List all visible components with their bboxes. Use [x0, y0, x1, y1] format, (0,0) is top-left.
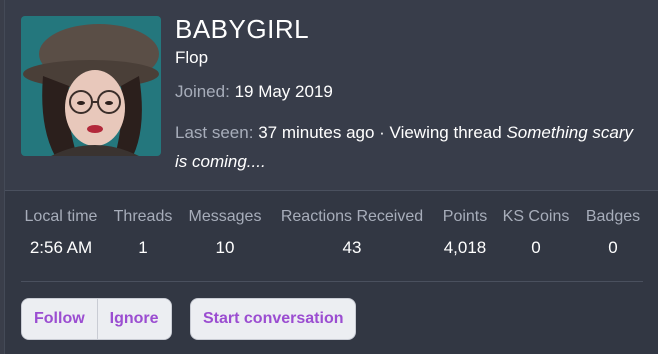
divider — [21, 281, 643, 282]
member-stats: Local time 2:56 AM Threads 1 Messages 10… — [5, 208, 658, 268]
stat-value: 2:56 AM — [29, 238, 93, 257]
stat-value: 1 — [138, 238, 148, 257]
stat-badges[interactable]: Badges 0 — [581, 208, 645, 258]
stat-label: Points — [442, 208, 488, 225]
stat-label: Reactions Received — [280, 208, 424, 225]
stat-value: 0 — [531, 238, 541, 257]
stat-local-time: Local time 2:56 AM — [19, 208, 103, 258]
joined-row: Joined: 19 May 2019 — [175, 82, 333, 102]
stat-reactions-received[interactable]: Reactions Received 43 — [273, 208, 431, 258]
stat-label: KS Coins — [502, 208, 570, 225]
user-title: Flop — [175, 48, 209, 67]
stat-value: 4,018 — [443, 238, 487, 257]
stat-label: Local time — [24, 208, 98, 225]
follow-ignore-group: Follow Ignore — [21, 298, 172, 340]
member-header: BABYGIRL Flop Joined: 19 May 2019 Last s… — [5, 0, 658, 191]
ignore-button[interactable]: Ignore — [96, 299, 171, 339]
stat-messages[interactable]: Messages 10 — [183, 208, 267, 258]
stat-value: 43 — [342, 238, 362, 257]
last-seen-value: 37 minutes ago · Viewing thread — [258, 123, 502, 142]
follow-button[interactable]: Follow — [22, 299, 97, 339]
stat-points[interactable]: Points 4,018 — [437, 208, 493, 258]
joined-label: Joined: — [175, 82, 230, 101]
avatar[interactable] — [21, 16, 161, 156]
stat-value: 0 — [608, 238, 618, 257]
username[interactable]: BABYGIRL — [175, 14, 309, 45]
avatar-image — [21, 16, 161, 156]
stat-value: 10 — [215, 238, 235, 257]
stat-label: Threads — [113, 208, 173, 225]
stat-threads[interactable]: Threads 1 — [109, 208, 177, 258]
start-conversation-button[interactable]: Start conversation — [190, 298, 357, 340]
last-seen-row: Last seen: 37 minutes ago · Viewing thre… — [175, 118, 645, 176]
stat-ks-coins: KS Coins 0 — [497, 208, 575, 258]
last-seen-label: Last seen: — [175, 123, 254, 142]
joined-date: 19 May 2019 — [234, 82, 333, 101]
member-tooltip-card: BABYGIRL Flop Joined: 19 May 2019 Last s… — [4, 0, 658, 354]
stat-label: Messages — [188, 208, 262, 225]
stat-label: Badges — [585, 208, 641, 225]
